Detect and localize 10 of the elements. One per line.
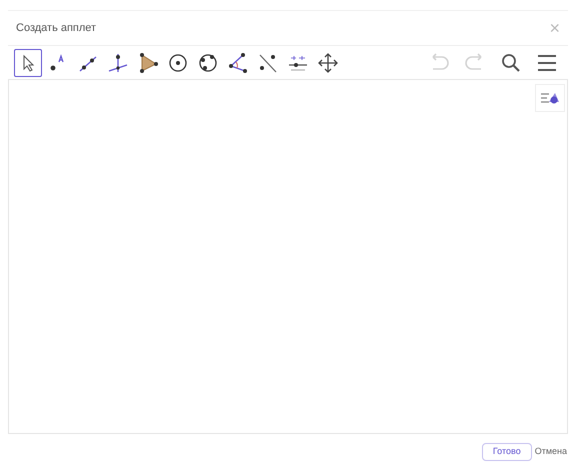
circle-icon <box>167 52 189 74</box>
perpendicular-icon <box>107 52 129 74</box>
angle-icon <box>227 52 249 74</box>
style-bar-toggle[interactable] <box>535 84 565 112</box>
dialog-title: Создать апплет <box>16 20 96 36</box>
polygon-icon <box>137 52 159 74</box>
tool-button[interactable] <box>14 48 42 76</box>
move-view-icon <box>317 52 339 74</box>
conic-icon <box>197 52 219 74</box>
done-button[interactable]: Готово <box>482 443 532 461</box>
